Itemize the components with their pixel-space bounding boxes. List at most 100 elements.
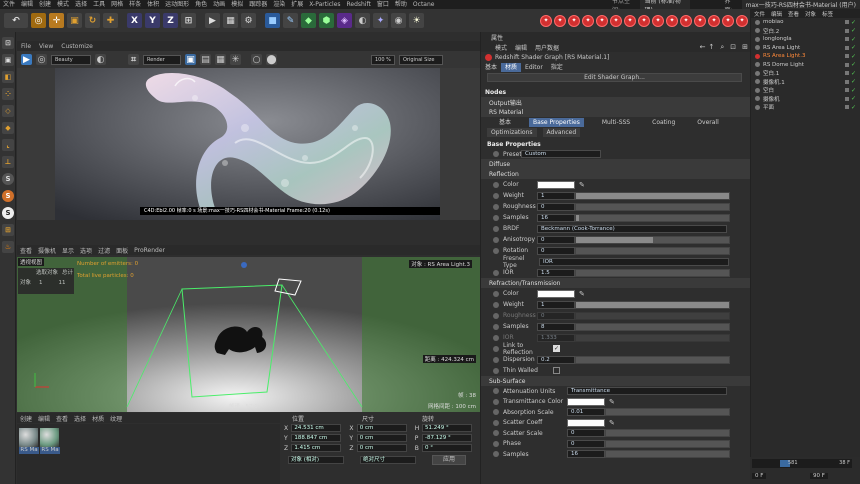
redshift-volume-icon[interactable]: ✦ [666, 14, 678, 27]
output-node[interactable]: Output输出 [489, 98, 522, 107]
visibility-icon[interactable] [844, 96, 849, 101]
model-mode-icon[interactable]: ▣ [2, 54, 14, 66]
position-field[interactable]: 24.531 cm [291, 424, 342, 432]
display-size-select[interactable]: Original Size [399, 54, 443, 65]
bucket-icon[interactable]: ▤ [200, 54, 211, 65]
menu-item[interactable]: 渲染 [270, 0, 288, 9]
param-field[interactable]: 0 [537, 246, 575, 255]
scatter-coeff-swatch[interactable] [567, 418, 605, 427]
object-menu-item[interactable]: 文件 [751, 10, 768, 18]
menu-item[interactable]: 文件 [0, 0, 18, 9]
redshift-dome-icon[interactable]: ✦ [596, 14, 608, 27]
material-subtab[interactable]: Coating [648, 118, 679, 127]
render-picture-viewer-icon[interactable]: ▦ [223, 13, 238, 28]
x-axis-icon[interactable]: X [127, 13, 142, 28]
viewport-menu-item[interactable]: 选项 [77, 246, 95, 255]
menu-item[interactable]: 模式 [54, 0, 72, 9]
object-menu-item[interactable]: 标签 [819, 10, 836, 18]
animate-dot[interactable] [493, 323, 499, 330]
menu-item[interactable]: 动画 [210, 0, 228, 9]
animate-dot[interactable] [493, 181, 499, 188]
phase-field[interactable]: 0 [567, 439, 605, 448]
animate-dot[interactable] [493, 430, 499, 437]
check-icon[interactable]: ✓ [851, 53, 856, 60]
pen-icon[interactable]: ✎ [283, 13, 298, 28]
param-slider[interactable] [575, 300, 730, 309]
redshift-globe-icon[interactable]: ✦ [554, 14, 566, 27]
scale-icon[interactable]: ▣ [67, 13, 82, 28]
object-menu-item[interactable]: 编辑 [768, 10, 785, 18]
menu-item[interactable]: 角色 [192, 0, 210, 9]
attr-menu-item[interactable]: 用户数据 [531, 43, 563, 52]
deformer-icon[interactable]: ◈ [337, 13, 352, 28]
check-icon[interactable]: ✓ [851, 70, 856, 77]
render-settings-icon[interactable]: ⚙ [241, 13, 256, 28]
position-field[interactable]: 1.415 cm [291, 444, 342, 452]
param-field[interactable]: 0 [537, 202, 575, 211]
material-menu-item[interactable]: 选择 [71, 414, 89, 423]
live-select-icon[interactable]: ◎ [31, 13, 46, 28]
param-field[interactable]: 16 [537, 213, 575, 222]
attr-tab[interactable]: 材质 [501, 62, 522, 72]
stop-icon[interactable]: ◎ [36, 54, 47, 65]
object-row[interactable]: 摄像机 ✓ [751, 95, 860, 104]
menu-item[interactable]: 体积 [144, 0, 162, 9]
viewport-menu-item[interactable]: ProRender [131, 247, 168, 254]
material-subtab[interactable]: Optimizations [487, 127, 537, 137]
animate-dot[interactable] [493, 356, 499, 363]
animate-dot[interactable] [493, 151, 499, 157]
redshift-light-icon[interactable]: ✦ [568, 14, 580, 27]
object-row[interactable]: 空白.1 ✓ [751, 69, 860, 78]
animate-dot[interactable] [493, 192, 499, 199]
field-icon[interactable]: ◐ [355, 13, 370, 28]
viewport-menu-item[interactable]: 查看 [17, 246, 35, 255]
fire-icon[interactable]: ♨ [2, 241, 14, 253]
preset-select[interactable]: Custom [521, 150, 601, 158]
visibility-icon[interactable] [844, 45, 849, 50]
color-swatch[interactable] [537, 180, 575, 189]
material-menu-item[interactable]: 编辑 [35, 414, 53, 423]
visibility-icon[interactable] [844, 54, 849, 59]
material-subtab[interactable]: Advanced [542, 127, 581, 137]
color-picker-icon[interactable]: ⬤ [266, 54, 277, 65]
check-icon[interactable]: ✓ [851, 19, 856, 26]
animate-dot[interactable] [493, 451, 499, 458]
visibility-icon[interactable] [844, 71, 849, 76]
animate-dot[interactable] [493, 388, 499, 395]
redshift-cube-icon[interactable]: ✦ [624, 14, 636, 27]
param-slider[interactable] [575, 333, 730, 342]
param-slider[interactable] [575, 202, 730, 211]
material-subtab[interactable]: Overall [693, 118, 722, 127]
check-icon[interactable]: ✓ [851, 104, 856, 111]
color-swatch[interactable] [537, 289, 575, 298]
visibility-icon[interactable] [844, 79, 849, 84]
dispersion-field[interactable]: 0.2 [537, 355, 575, 364]
menu-item[interactable]: 跟踪器 [246, 0, 270, 9]
fresnel-type-select[interactable]: IOR [539, 257, 729, 266]
render-mode-select[interactable]: Render [143, 54, 181, 65]
menu-item[interactable]: X-Particles [306, 0, 343, 9]
param-slider[interactable] [575, 213, 730, 222]
menu-item[interactable]: 窗口 [374, 0, 392, 9]
animate-dot[interactable] [493, 312, 499, 319]
subsurface-section[interactable]: Sub-Surface [489, 378, 525, 385]
param-field[interactable]: 8 [537, 322, 575, 331]
apply-button[interactable]: 应用 [432, 455, 467, 465]
size-mode-select[interactable]: 绝对尺寸 [360, 456, 416, 464]
material-subtab[interactable]: Multi-SSS [598, 118, 634, 127]
animate-dot[interactable] [493, 236, 499, 243]
check-icon[interactable]: ✓ [851, 44, 856, 51]
polygons-mode-icon[interactable]: ◆ [2, 122, 14, 134]
coord-mode-select[interactable]: 对象 (相对) [288, 456, 344, 464]
menu-item[interactable]: 帮助 [392, 0, 410, 9]
edges-mode-icon[interactable]: ◇ [2, 105, 14, 117]
animate-dot[interactable] [493, 334, 499, 341]
animate-dot[interactable] [493, 290, 499, 297]
object-menu-item[interactable]: 对象 [802, 10, 819, 18]
viewport-menu-item[interactable]: 面板 [113, 246, 131, 255]
cube-icon[interactable]: ■ [265, 13, 280, 28]
eyedropper-icon[interactable]: ✎ [609, 398, 615, 406]
material-subtab[interactable]: Base Properties [529, 117, 584, 127]
subdivision-icon[interactable]: ◆ [301, 13, 316, 28]
up-arrow-icon[interactable]: ↑ [705, 43, 717, 51]
